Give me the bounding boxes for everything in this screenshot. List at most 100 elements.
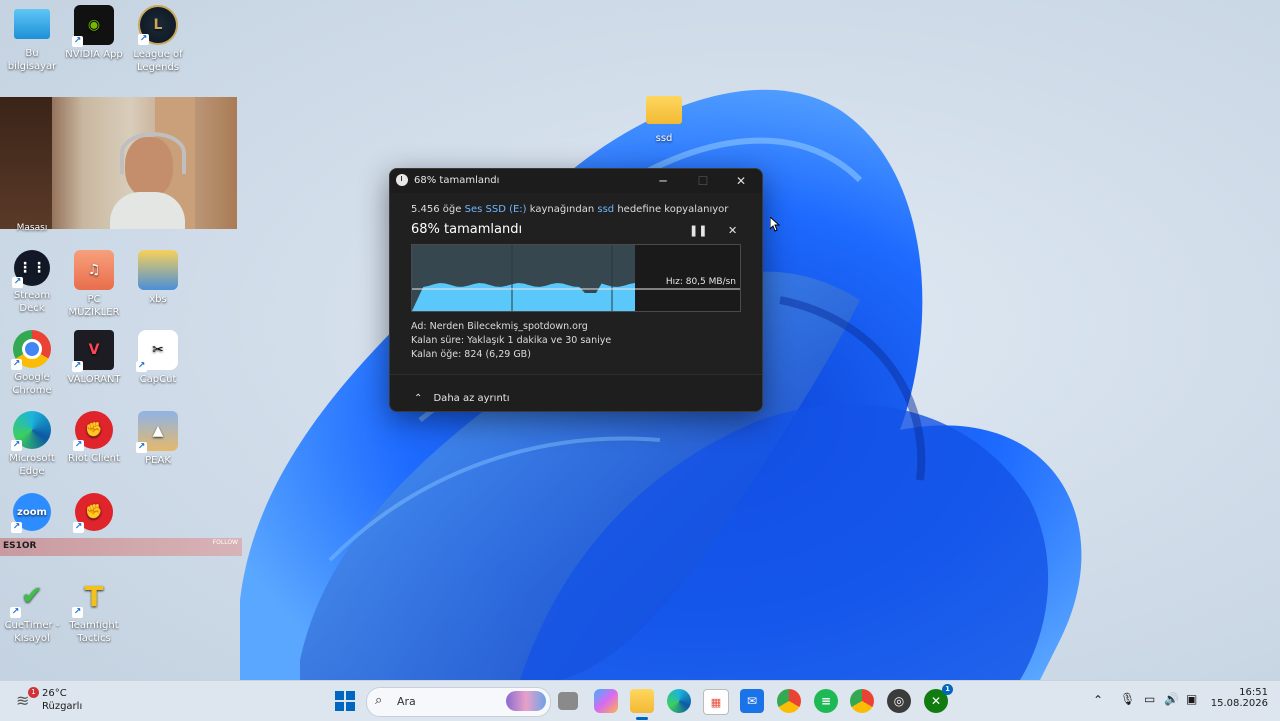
folder-icon [646,96,682,124]
webcam-overlay [0,97,237,229]
stream-follow-bar: ES1OR FOLLOW [0,538,242,556]
destination-suffix: hedefine kopyalanıyor [617,204,729,215]
spotify-icon[interactable]: ≡ [814,689,838,713]
file-name: Ad: Nerden Bilecekmiş_spotdown.org [411,321,588,332]
desktop-icon-this-pc[interactable]: Bu bilgisayar [0,5,64,73]
bookshelf [0,97,52,229]
riot-client-icon: ✊ ↗ [73,493,113,533]
edge-icon: ↗ [11,411,51,451]
copilot-icon[interactable] [594,689,618,713]
minimize-button[interactable]: ─ [644,169,682,193]
time-remaining: Kalan süre: Yaklaşık 1 dakika ve 30 sani… [411,335,612,346]
desktop-icon-label: VALORANT [67,374,121,385]
battery-icon[interactable]: ▣ [1186,692,1197,706]
mail-icon[interactable]: ✉ [740,689,764,713]
speed-label: Hız: 80,5 MB/sn [665,277,736,287]
desktop-icon-label: Teamfight Tactics [69,620,119,644]
desktop-icon-label: Masası [16,223,48,233]
desktop-icon-cuetimer[interactable]: ✔ ↗ CueTimer - Kısayol [0,576,64,645]
dialog-footer: ⌃ Daha az ayrıntı [390,374,762,411]
shortcut-arrow-icon: ↗ [11,440,22,451]
pause-button[interactable]: ❚❚ [689,224,707,237]
task-view-button[interactable] [558,692,578,710]
shortcut-arrow-icon: ↗ [72,36,83,47]
desktop-icon-label: League of Legends [133,49,183,73]
edge-icon[interactable] [667,689,691,713]
teamfight-tactics-icon: T ↗ [72,579,104,618]
destination-link[interactable]: ssd [597,204,614,215]
desktop-icon-microsoft-edge[interactable]: ↗ Microsoft Edge [0,411,64,478]
desktop-icon-pc-muzikler[interactable]: ♫ PC MÜZİKLER [62,250,126,319]
desktop-icon-capcut[interactable]: ✂ ↗ CapCut [126,330,190,386]
obs-icon[interactable]: ◎ [887,689,911,713]
desktop-icon-stream-deck[interactable]: ⋮⋮ ↗ Stream Deck [0,250,64,315]
microphone-icon[interactable]: 🎙 [1120,692,1135,706]
shortcut-arrow-icon: ↗ [73,440,84,451]
source-link[interactable]: Ses SSD (E:) [465,204,527,215]
weather-widget[interactable]: ≋ 1 26°C Rüzgarlı [14,687,104,715]
desktop-icon-league-of-legends[interactable]: L ↗ League of Legends [126,5,190,74]
clock-icon [396,174,408,186]
start-button[interactable] [333,689,357,713]
shortcut-arrow-icon: ↗ [73,522,84,533]
follow-label: FOLLOW [212,539,238,546]
xbox-icon[interactable]: ✕ 1 [924,684,953,713]
desktop-icon-label: xbs [149,294,167,305]
less-details-button[interactable]: ⌃ Daha az ayrıntı [414,386,510,405]
taskbar-search[interactable]: ⌕ Ara [366,687,551,717]
shortcut-arrow-icon: ↗ [10,607,21,618]
desktop-icon-riot-client-2[interactable]: ✊ ↗ [62,493,126,534]
weather-temp: 26°C [42,688,67,699]
clock-time: 16:51 [1239,687,1268,698]
chrome-icon: ↗ [11,330,51,370]
capcut-icon: ✂ ↗ [136,330,178,372]
stream-deck-icon: ⋮⋮ ↗ [12,250,50,288]
volume-icon[interactable]: 🔊 [1164,692,1179,706]
desktop-icon-ssd-folder[interactable]: ssd [632,90,696,145]
desktop-icon-google-chrome[interactable]: ↗ Google Chrome [0,330,64,397]
clock-area[interactable]: 16:51 15.08.2026 [1208,687,1268,709]
valorant-icon: V ↗ [72,330,114,372]
store-icon[interactable]: ▦ [703,689,729,715]
desktop-icon-label: PC MÜZİKLER [68,294,120,318]
weather-desc: Rüzgarlı [42,701,83,712]
desktop-icon-teamfight-tactics[interactable]: T ↗ Teamfight Tactics [62,576,126,645]
desktop-icon-label: PEAK [145,455,171,466]
desktop-icon-riot-client[interactable]: ✊ ↗ Riot Client [62,411,126,465]
chevron-up-icon: ⌃ [414,393,423,404]
image-folder-icon [138,250,178,290]
clock-date: 15.08.2026 [1210,698,1268,709]
chrome-profile-icon[interactable] [850,689,874,713]
shortcut-arrow-icon: ↗ [72,361,83,372]
dialog-title: 68% tamamlandı [414,175,500,186]
desktop-icon-valorant[interactable]: V ↗ VALORANT [62,330,126,386]
dialog-titlebar[interactable]: 68% tamamlandı ─ ☐ ✕ [390,169,762,193]
desktop-icon-peak[interactable]: ▲ ↗ PEAK [126,411,190,467]
shortcut-arrow-icon: ↗ [12,277,23,288]
desktop-icon-zoom[interactable]: zoom ↗ [0,493,64,534]
file-explorer-icon[interactable] [630,689,654,713]
chrome-icon[interactable] [777,689,801,713]
cancel-copy-button[interactable]: ✕ [728,224,737,237]
desktop-icon-label: Google Chrome [12,372,52,396]
close-button[interactable]: ✕ [722,169,760,193]
source-suffix: kaynağından [529,204,595,215]
shortcut-arrow-icon: ↗ [72,607,83,618]
league-of-legends-icon: L ↗ [138,5,178,45]
search-highlight-icon [506,691,546,711]
desktop-icon-xbs[interactable]: xbs [126,250,190,306]
chrome-center-icon [22,339,42,359]
desktop-icon-label: ssd [655,133,673,144]
chevron-up-icon[interactable]: ⌃ [1093,693,1103,707]
speed-area [412,283,635,311]
cuetimer-icon: ✔ ↗ [10,580,43,618]
desktop-icon-label: Riot Client [68,453,120,464]
network-icon[interactable]: ▭ [1144,692,1155,706]
desktop-icon-label: CueTimer - Kısayol [4,620,60,644]
copy-description: 5.456 öğe Ses SSD (E:) kaynağından ssd h… [411,204,742,215]
headphones [120,132,186,174]
search-placeholder: Ara [397,695,416,708]
peak-icon: ▲ ↗ [136,411,178,453]
desktop-icon-nvidia-app[interactable]: ◉ ↗ NVIDIA App [62,5,126,61]
nvidia-icon: ◉ ↗ [72,5,114,47]
